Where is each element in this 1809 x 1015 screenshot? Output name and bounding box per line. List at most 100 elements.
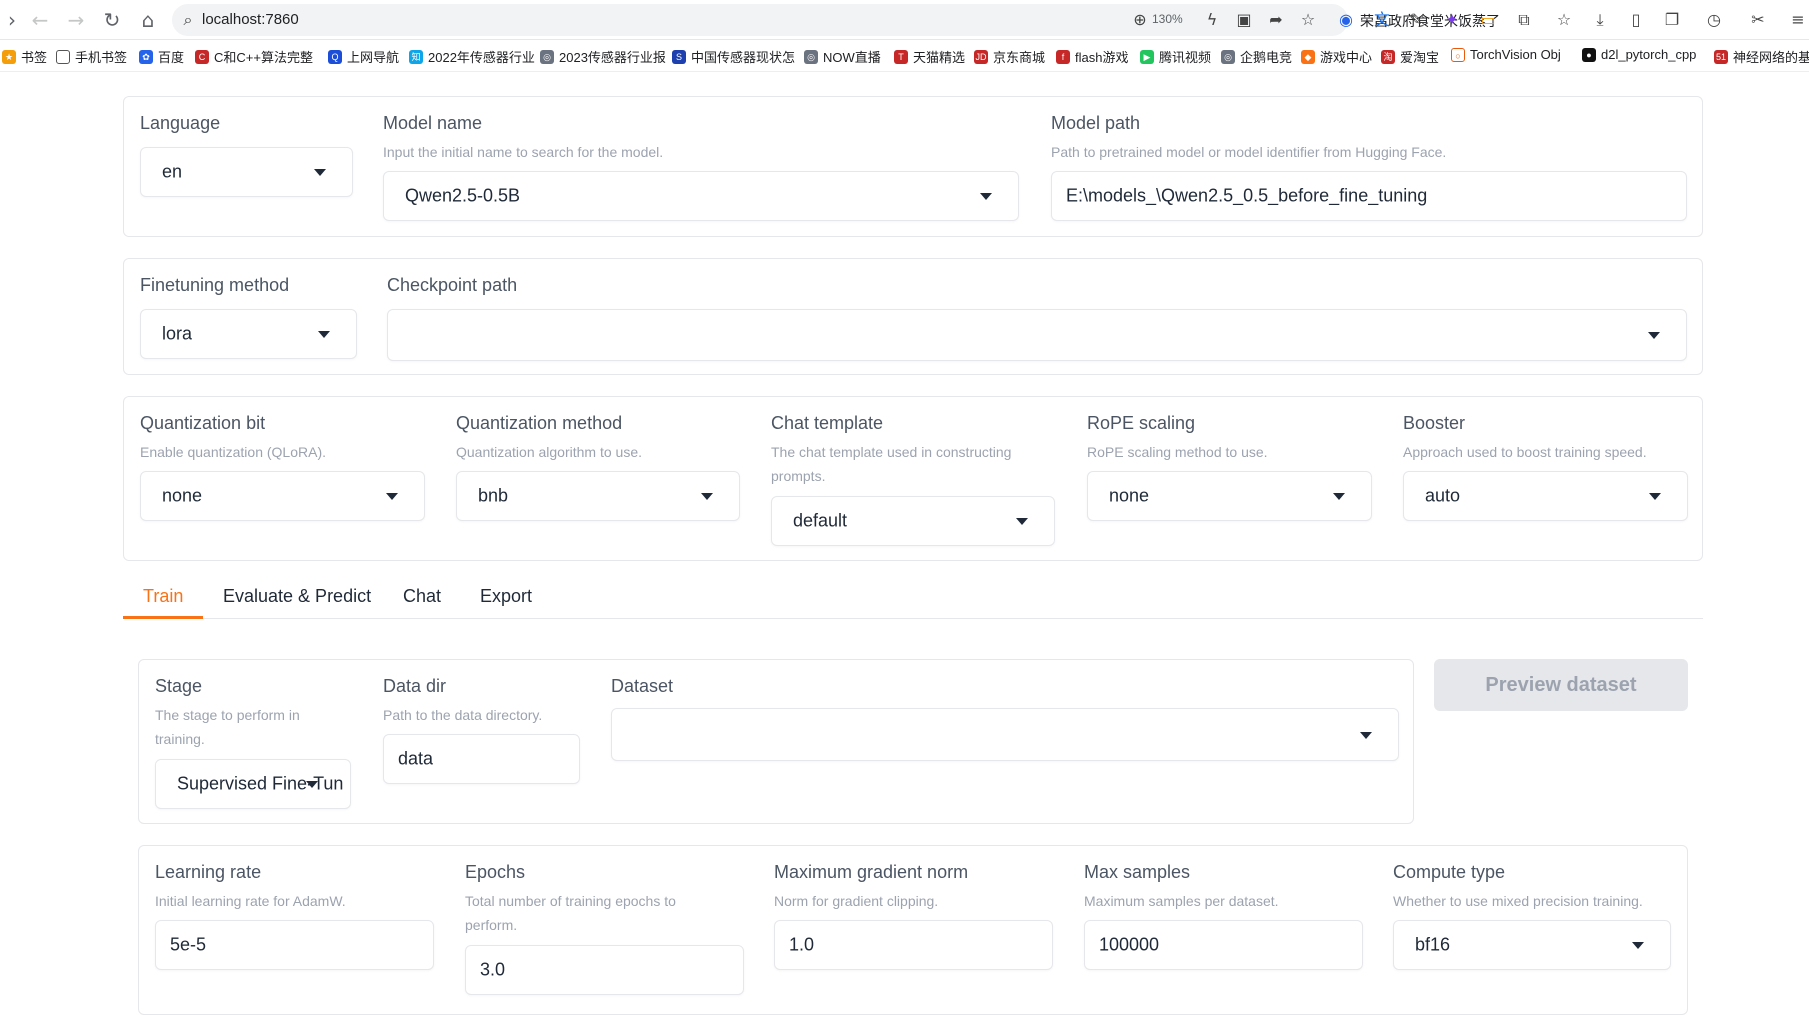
nav-icon: Q — [328, 49, 342, 64]
epochs-input[interactable]: 3.0 — [465, 945, 744, 995]
tab-evaluate-predict[interactable]: Evaluate & Predict — [223, 586, 371, 607]
chevron-down-icon — [1632, 942, 1644, 949]
stage-dropdown[interactable]: Supervised Fine-Tun — [155, 759, 351, 809]
model-name-dropdown[interactable]: Qwen2.5-0.5B — [383, 171, 1019, 221]
address-bar[interactable]: ⌕ localhost:7860 ⊕ 130% ϟ ▣ ➦ ☆ ◉ 荣昌政府食堂… — [172, 4, 1500, 36]
ai-icon[interactable]: ◉ — [1336, 10, 1356, 30]
puzzle-icon[interactable]: ⧉ — [1514, 10, 1534, 30]
preview-dataset-button[interactable]: Preview dataset — [1434, 659, 1688, 711]
bookmark-item[interactable]: ● d2l_pytorch_cpp — [1582, 47, 1696, 62]
bookmark-item[interactable]: 51 神经网络的基 — [1714, 47, 1809, 66]
taobao-icon: 淘 — [1381, 49, 1395, 64]
bookmark-item[interactable]: ★ 书签 — [2, 47, 47, 66]
bookmark-item[interactable]: ✿ 百度 — [139, 47, 184, 66]
url-text: localhost:7860 — [202, 11, 299, 28]
rope-info: RoPE scaling method to use. — [1087, 444, 1268, 460]
bookmark-item[interactable]: C C和C++算法完整 — [195, 47, 313, 66]
learning-rate-input[interactable]: 5e-5 — [155, 920, 434, 970]
bookmark-item[interactable]: 淘爱淘宝 — [1381, 47, 1439, 66]
max-samples-label: Max samples — [1084, 862, 1191, 882]
dataset-dropdown[interactable] — [611, 708, 1399, 761]
star-icon[interactable]: ☆ — [1298, 10, 1318, 30]
stage-info: The stage to perform in training. — [155, 707, 300, 747]
bookmark-item[interactable]: S 中国传感器现状怎 — [672, 47, 795, 66]
model-path-label: Model path — [1051, 113, 1141, 133]
checkpoint-label: Checkpoint path — [387, 275, 518, 295]
finetune-method-label: Finetuning method — [140, 275, 290, 295]
booster-label: Booster — [1403, 413, 1466, 433]
extension-icon[interactable]: ✎ — [1406, 10, 1426, 30]
forward-icon[interactable]: → — [64, 8, 88, 32]
collections-icon[interactable]: ❐ — [1662, 10, 1682, 30]
checkpoint-dropdown[interactable] — [387, 309, 1687, 361]
bookmark-item[interactable]: f flash游戏 — [1056, 47, 1128, 66]
download-icon[interactable]: ⤓ — [1590, 10, 1610, 30]
model-path-info: Path to pretrained model or model identi… — [1051, 144, 1447, 160]
quant-method-info: Quantization algorithm to use. — [456, 444, 642, 460]
phone-icon — [56, 49, 70, 64]
folder-icon[interactable]: ▭ — [1478, 10, 1498, 30]
chevron-down-icon — [980, 193, 992, 200]
bookmark-item[interactable]: 知 2022年传感器行业 — [409, 47, 535, 66]
booster-info: Approach used to boost training speed. — [1403, 444, 1647, 460]
dataset-label: Dataset — [611, 676, 674, 696]
translate-icon[interactable]: 文 — [1372, 10, 1392, 30]
chat-template-dropdown[interactable]: default — [771, 496, 1055, 546]
active-tab-indicator — [123, 616, 203, 619]
language-label: Language — [140, 113, 221, 133]
tab-train[interactable]: Train — [143, 586, 183, 607]
history-icon[interactable]: ◷ — [1704, 10, 1724, 30]
rope-label: RoPE scaling — [1087, 413, 1196, 433]
max-grad-norm-input[interactable]: 1.0 — [774, 920, 1053, 970]
zoom-icon[interactable]: ⊕ — [1130, 10, 1150, 30]
rope-dropdown[interactable]: none — [1087, 471, 1372, 521]
epochs-label: Epochs — [465, 862, 526, 882]
chevron-down-icon — [1360, 731, 1372, 739]
bookmark-item[interactable]: ◎ 企鹅电竞 — [1221, 47, 1292, 66]
data-dir-input[interactable]: data — [383, 734, 580, 784]
home-icon[interactable]: ⌂ — [136, 8, 160, 32]
bookmark-item[interactable]: ◎ 2023传感器行业报 — [540, 47, 666, 66]
github-icon: ● — [1582, 47, 1596, 62]
tab-chat[interactable]: Chat — [403, 586, 441, 607]
menu-icon[interactable]: ≡ — [1788, 10, 1808, 30]
bookmark-item[interactable]: T 天猫精选 — [894, 47, 965, 66]
favorites-icon[interactable]: ☆ — [1554, 10, 1574, 30]
language-dropdown[interactable]: en — [140, 147, 353, 197]
model-name-info: Input the initial name to search for the… — [383, 144, 664, 160]
bookmark-item[interactable]: ◎ NOW直播 — [804, 47, 881, 66]
finetune-method-dropdown[interactable]: lora — [140, 309, 357, 359]
share-icon[interactable]: ➦ — [1266, 10, 1286, 30]
tab-export[interactable]: Export — [480, 586, 532, 607]
compute-type-dropdown[interactable]: bf16 — [1393, 920, 1671, 970]
phone-icon[interactable]: ▯ — [1626, 10, 1646, 30]
bookmark-item[interactable]: ◆ 游戏中心 — [1301, 47, 1372, 66]
model-name-label: Model name — [383, 113, 483, 133]
chevron-down-icon — [1649, 493, 1661, 500]
bookmark-item[interactable]: ▶ 腾讯视频 — [1140, 47, 1211, 66]
booster-dropdown[interactable]: auto — [1403, 471, 1688, 521]
screenshot-icon[interactable]: ▣ — [1234, 10, 1254, 30]
reload-icon[interactable]: ↻ — [100, 8, 124, 32]
back-icon[interactable]: ← — [28, 8, 52, 32]
video-icon: ▶ — [1140, 49, 1154, 64]
lightning-icon[interactable]: ϟ — [1202, 10, 1222, 30]
gemini-icon[interactable]: ✦ — [1442, 10, 1462, 30]
globe-icon: ◎ — [1221, 49, 1235, 64]
bookmark-item[interactable]: JD 京东商城 — [974, 47, 1045, 66]
zhihu-icon: 知 — [409, 49, 423, 64]
quant-method-dropdown[interactable]: bnb — [456, 471, 740, 521]
sidebar-toggle-icon[interactable]: › — [0, 8, 24, 32]
search-icon: ⌕ — [183, 10, 193, 29]
advanced-card: Quantization bit Enable quantization (QL… — [123, 396, 1703, 561]
cnblogs-icon: 51 — [1714, 49, 1728, 64]
model-path-input[interactable]: E:\models_\Qwen2.5_0.5_before_fine_tunin… — [1051, 171, 1687, 221]
max-samples-input[interactable]: 100000 — [1084, 920, 1363, 970]
cut-icon[interactable]: ✂ — [1748, 10, 1768, 30]
bookmark-item[interactable]: 手机书签 — [56, 47, 127, 66]
bookmark-item[interactable]: ○ TorchVision Obj — [1451, 47, 1561, 62]
finetune-card: Finetuning method lora Checkpoint path — [123, 258, 1703, 375]
quant-bit-dropdown[interactable]: none — [140, 471, 425, 521]
bookmark-item[interactable]: Q 上网导航 — [328, 47, 399, 66]
model-settings-card: Language en Model name Input the initial… — [123, 96, 1703, 237]
